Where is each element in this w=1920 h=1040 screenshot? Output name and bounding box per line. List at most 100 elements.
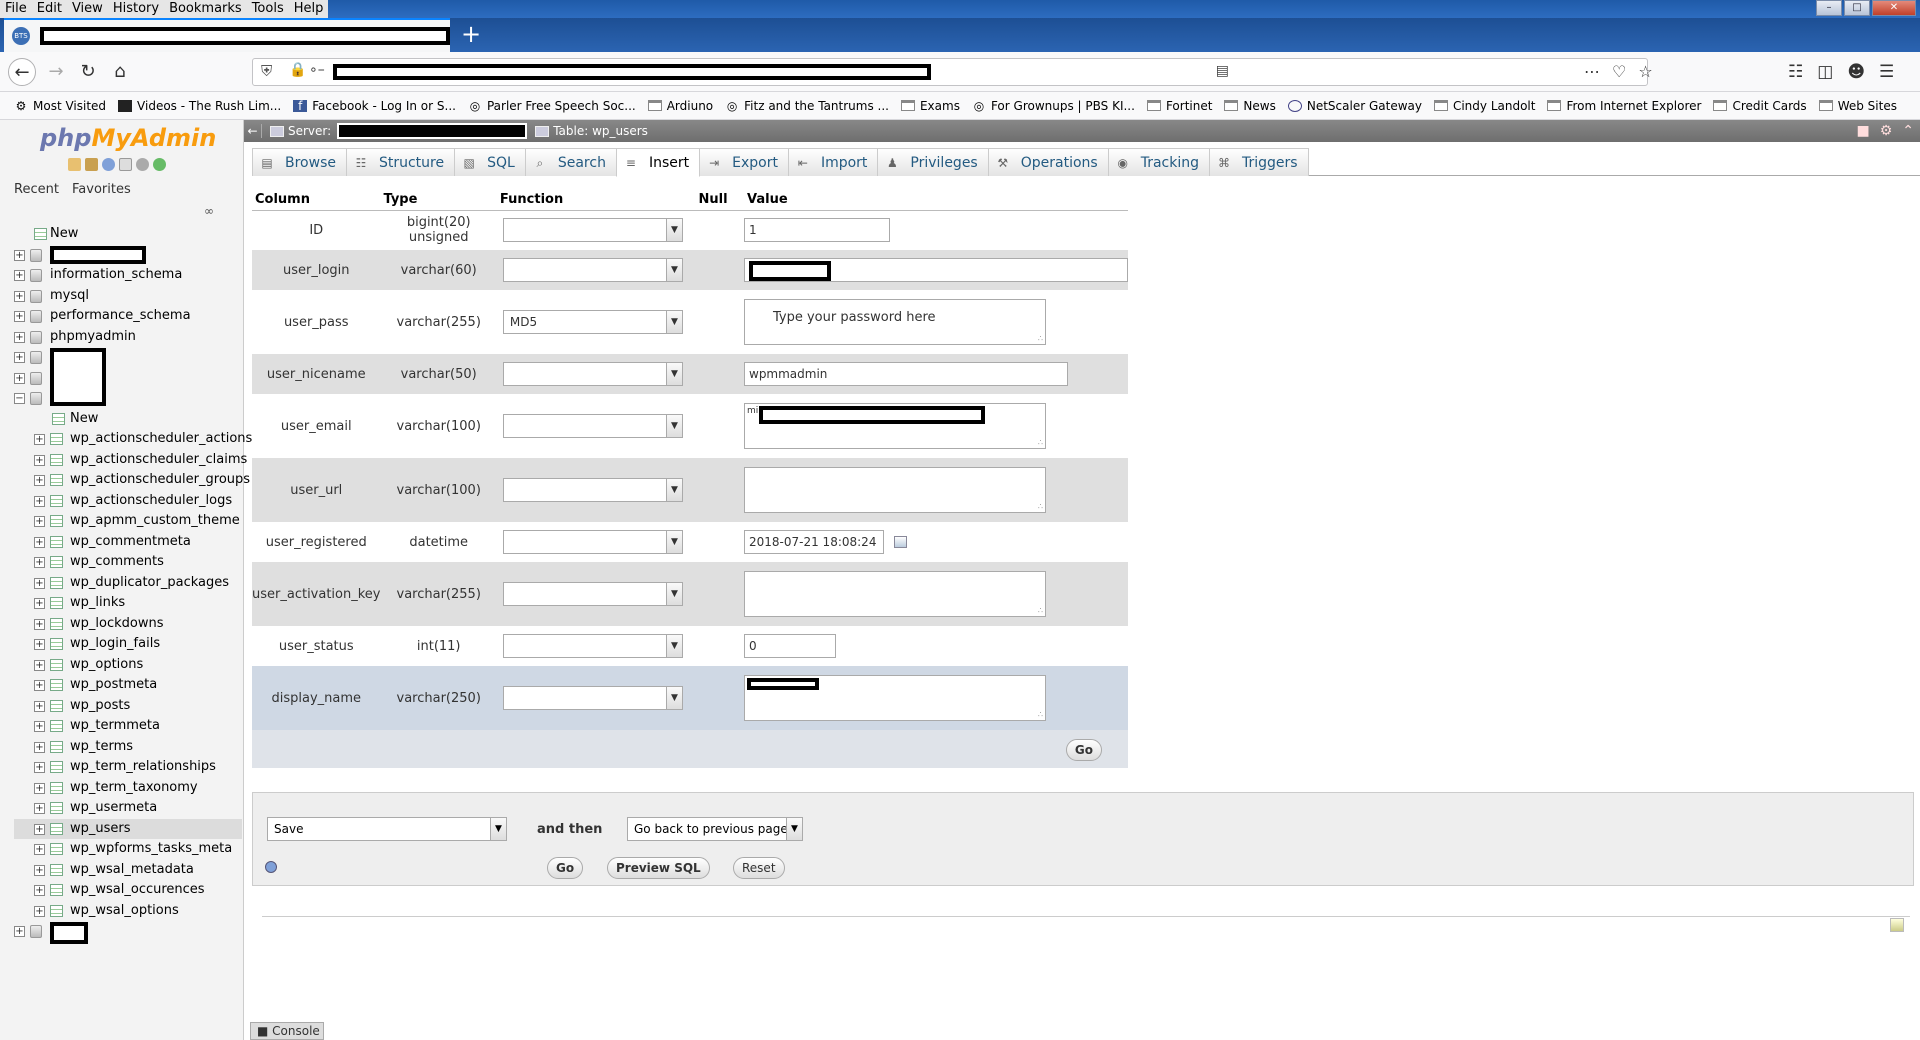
preview-sql-button[interactable]: Preview SQL — [607, 857, 710, 879]
tab-tracking[interactable]: ◉ Tracking — [1107, 148, 1210, 176]
tree-table-wp_duplicator_packages[interactable]: + wp_duplicator_packages — [14, 573, 242, 594]
expand-icon[interactable]: + — [14, 270, 25, 281]
shield-icon[interactable]: ⛨ — [261, 62, 272, 80]
home-icon[interactable] — [68, 158, 81, 171]
tree-new-database[interactable]: New — [14, 224, 242, 245]
bookmark-item[interactable]: ◎ Fitz and the Tantrums ... — [725, 99, 889, 113]
bookmark-item[interactable]: ◎ For Grownups | PBS KI... — [972, 99, 1135, 113]
bookmark-item[interactable]: Fortinet — [1146, 99, 1212, 113]
maximize-button[interactable]: □ — [1844, 0, 1870, 16]
expand-icon[interactable]: + — [14, 311, 25, 322]
tree-table-wp_users[interactable]: + wp_users — [14, 818, 242, 839]
calendar-icon[interactable] — [894, 536, 907, 548]
tree-table-wp_links[interactable]: + wp_links — [14, 593, 242, 614]
bookmark-item[interactable]: ◎ Parler Free Speech Soc... — [468, 99, 636, 113]
function-select[interactable]: ▼ — [502, 686, 683, 710]
user-nicename-input[interactable]: wpmmadmin — [744, 362, 1068, 386]
reset-button[interactable]: Reset — [733, 857, 785, 879]
docs-icon[interactable] — [119, 158, 132, 171]
expand-icon[interactable]: + — [14, 926, 25, 937]
tree-table-wp_commentmeta[interactable]: + wp_commentmeta — [14, 532, 242, 553]
bookmark-item[interactable]: Credit Cards — [1713, 99, 1807, 113]
tree-database-expanded[interactable]: − — [14, 388, 242, 409]
expand-icon[interactable]: + — [14, 331, 25, 343]
user-pass-textarea[interactable]: Type your password here ∴ — [744, 299, 1046, 345]
tree-table-wp_actionscheduler_logs[interactable]: + wp_actionscheduler_logs — [14, 491, 242, 512]
expand-icon[interactable]: + — [34, 885, 45, 896]
link-with-main-icon[interactable]: ∞ — [204, 204, 214, 218]
expand-icon[interactable]: + — [34, 700, 45, 712]
lock-icon[interactable]: 🔒 — [289, 62, 306, 78]
expand-icon[interactable]: + — [34, 577, 45, 589]
tree-database[interactable]: + — [14, 921, 242, 944]
resize-grip-icon[interactable]: ∴ — [1038, 502, 1043, 511]
tree-new-table[interactable]: New — [14, 409, 242, 430]
tree-table-wp_apmm_custom_theme[interactable]: + wp_apmm_custom_theme — [14, 511, 242, 532]
expand-icon[interactable]: + — [34, 536, 45, 548]
go-button-top[interactable]: Go — [1065, 739, 1102, 761]
tree-database[interactable]: + — [14, 245, 242, 266]
expand-icon[interactable]: + — [34, 680, 45, 691]
url-bar[interactable]: ⛨ 🔒 ∘– ▤ — [252, 58, 1648, 86]
tab-privileges[interactable]: ♟ Privileges — [877, 148, 989, 176]
collapse-top-icon[interactable]: ⌃ — [1902, 123, 1914, 139]
favorites-tab[interactable]: Favorites — [72, 182, 131, 197]
function-select[interactable]: ▼ — [502, 218, 683, 243]
new-tab-button[interactable]: + — [458, 22, 484, 48]
help-icon[interactable] — [102, 158, 115, 171]
menu-help[interactable]: Help — [289, 0, 329, 18]
user-registered-input[interactable]: 2018-07-21 18:08:24 — [744, 530, 884, 554]
expand-icon[interactable]: + — [34, 598, 45, 609]
resize-grip-icon[interactable]: ∴ — [1038, 438, 1043, 447]
tab-browse[interactable]: ▤ Browse — [252, 148, 347, 176]
expand-icon[interactable]: + — [34, 495, 45, 507]
tree-table-wp_postmeta[interactable]: + wp_postmeta — [14, 675, 242, 696]
function-select[interactable]: ▼ — [502, 362, 683, 386]
function-select[interactable]: ▼ — [502, 478, 683, 502]
tree-table-wp_usermeta[interactable]: + wp_usermeta — [14, 798, 242, 819]
home-button[interactable]: ⌂ — [106, 58, 134, 86]
expand-icon[interactable]: + — [34, 864, 45, 876]
reload-button[interactable]: ↻ — [74, 58, 102, 86]
library-icon[interactable]: ☷ — [1788, 62, 1803, 82]
menu-file[interactable]: File — [0, 0, 32, 18]
forward-button[interactable]: → — [42, 58, 70, 86]
expand-icon[interactable]: + — [34, 803, 45, 814]
messages-icon[interactable] — [1890, 918, 1904, 932]
menu-bookmarks[interactable]: Bookmarks — [164, 0, 247, 18]
tree-table-wp_terms[interactable]: + wp_terms — [14, 737, 242, 758]
user-login-input[interactable] — [744, 258, 1128, 282]
expand-icon[interactable]: + — [34, 557, 45, 568]
lock-page-icon[interactable]: ■ — [1856, 123, 1869, 139]
close-window-button[interactable]: ✕ — [1872, 0, 1916, 16]
tree-database[interactable]: + performance_schema — [14, 306, 242, 327]
expand-icon[interactable]: + — [14, 249, 25, 261]
bookmark-item[interactable]: NetScaler Gateway — [1287, 99, 1422, 113]
expand-icon[interactable]: + — [14, 352, 25, 363]
tab-triggers[interactable]: ⌘ Triggers — [1209, 148, 1309, 176]
function-select[interactable]: ▼ — [502, 634, 683, 658]
menu-view[interactable]: View — [67, 0, 108, 18]
expand-icon[interactable]: + — [34, 454, 45, 466]
bookmark-item[interactable]: f Facebook - Log In or S... — [293, 99, 456, 113]
tab-structure[interactable]: ☷ Structure — [345, 148, 456, 176]
go-button[interactable]: Go — [547, 857, 584, 879]
tab-search[interactable]: ⌕ Search — [524, 148, 617, 176]
user-activation-key-textarea[interactable]: ∴ — [744, 571, 1046, 617]
bookmark-item[interactable]: From Internet Explorer — [1547, 99, 1701, 113]
bookmark-item[interactable]: News — [1224, 99, 1276, 113]
user-status-input[interactable]: 0 — [744, 634, 836, 658]
expand-icon[interactable]: + — [34, 721, 45, 732]
more-actions-icon[interactable]: ⋯ — [1584, 62, 1600, 81]
tree-table-wp_login_fails[interactable]: + wp_login_fails — [14, 634, 242, 655]
expand-icon[interactable]: + — [34, 762, 45, 773]
collapse-icon[interactable]: − — [14, 393, 25, 404]
tab-sql[interactable]: ▧ SQL — [454, 148, 526, 176]
tree-table-wp_wsal_options[interactable]: + wp_wsal_options — [14, 901, 242, 922]
breadcrumb-server[interactable]: Server: — [288, 124, 331, 138]
console-toggle[interactable]: ■ Console — [250, 1022, 324, 1040]
id-input[interactable]: 1 — [744, 218, 890, 243]
expand-icon[interactable]: + — [14, 290, 25, 302]
user-email-textarea[interactable]: mi ∴ — [744, 403, 1046, 449]
menu-edit[interactable]: Edit — [32, 0, 67, 18]
